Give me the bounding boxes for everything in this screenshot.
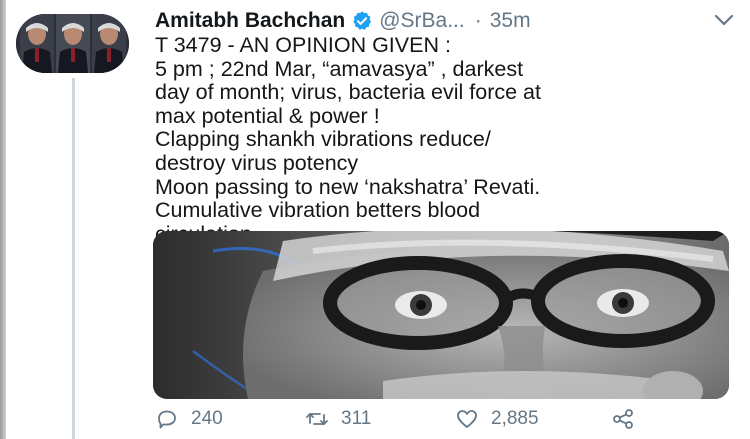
thread-line	[72, 78, 75, 439]
retweet-count: 311	[341, 408, 372, 429]
share-icon	[613, 409, 633, 429]
verified-badge-icon	[351, 10, 373, 32]
tweet-text-line: Moon passing to new ‘nakshatra’ Revati.	[155, 174, 541, 199]
reply-button[interactable]: 240	[155, 404, 223, 434]
tweet-timestamp[interactable]: 35m	[490, 9, 531, 33]
retweet-button[interactable]: 311	[305, 404, 371, 434]
author-handle[interactable]: @SrBa...	[379, 9, 465, 33]
tweet-text-line: Clapping shankh vibrations reduce/	[155, 127, 491, 152]
chevron-down-icon[interactable]	[713, 12, 735, 28]
retweet-icon	[306, 413, 328, 425]
screenshot-border	[0, 0, 6, 439]
like-count: 2,885	[491, 408, 539, 429]
separator-dot: ·	[474, 9, 482, 32]
reply-icon	[158, 410, 176, 429]
tweet-media-image[interactable]	[153, 231, 729, 399]
avatar[interactable]	[16, 14, 129, 73]
avatar-image	[16, 14, 129, 73]
like-button[interactable]: 2,885	[455, 404, 539, 434]
tweet-text: T 3479 - AN OPINION GIVEN : 5 pm ; 22nd …	[155, 33, 740, 246]
reply-count: 240	[191, 408, 223, 429]
tweet-text-line: destroy virus potency	[155, 150, 359, 175]
tweet-text-line: 5 pm ; 22nd Mar, “amavasya” , darkest	[155, 56, 524, 81]
tweet-text-line: day of month; virus, bacteria evil force…	[155, 80, 541, 105]
tweet-text-line: max potential & power !	[155, 103, 380, 128]
tweet-actions: 240 311 2,885	[155, 404, 745, 434]
tweet-text-line: Cumulative vibration betters blood	[155, 198, 481, 223]
share-button[interactable]	[611, 404, 635, 434]
author-name[interactable]: Amitabh Bachchan	[155, 9, 345, 33]
tweet-header: Amitabh Bachchan @SrBa... · 35m	[155, 8, 745, 34]
media-photo	[153, 231, 729, 399]
heart-icon	[457, 410, 477, 428]
tweet-text-line: T 3479 - AN OPINION GIVEN :	[155, 33, 451, 57]
